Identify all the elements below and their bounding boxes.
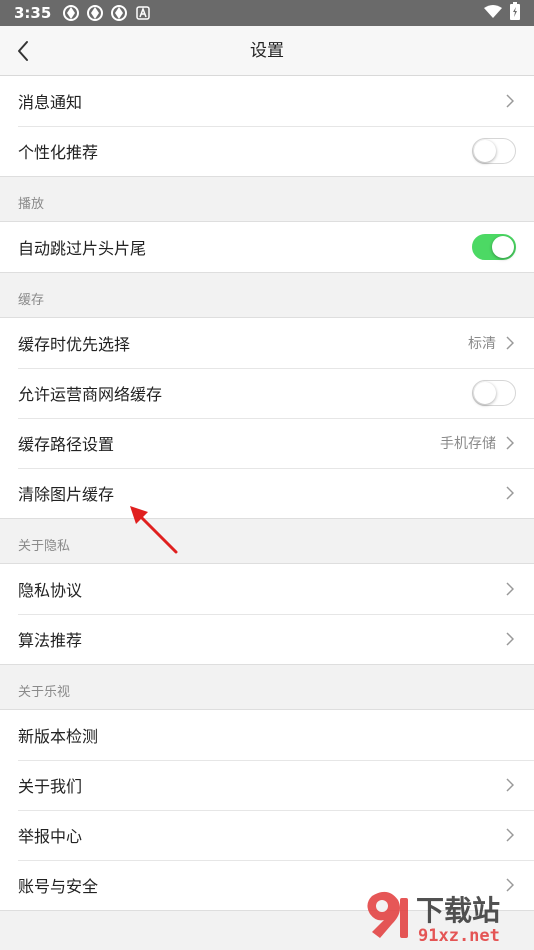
chevron-right-icon [504,778,516,792]
setting-about-us[interactable]: 关于我们 [0,760,534,810]
toggle-knob [474,140,496,162]
auto-skip-toggle[interactable] [472,234,516,260]
setting-clear-image-cache[interactable]: 清除图片缓存 [0,468,534,518]
app-icon [63,5,80,21]
setting-cache-path[interactable]: 缓存路径设置 手机存储 [0,418,534,468]
setting-privacy-policy[interactable]: 隐私协议 [0,564,534,614]
toggle-knob [474,382,496,404]
personalized-recommend-toggle[interactable] [472,138,516,164]
font-icon [135,5,151,21]
setting-label: 算法推荐 [18,631,83,650]
svg-text:下载站: 下载站 [416,894,500,927]
setting-label: 缓存路径设置 [18,435,115,454]
setting-report-center[interactable]: 举报中心 [0,810,534,860]
page-title: 设置 [250,41,284,61]
setting-label: 消息通知 [18,93,83,112]
setting-mobile-network-cache[interactable]: 允许运营商网络缓存 [0,368,534,418]
section-title-playback: 播放 [18,197,45,212]
mobile-network-cache-toggle[interactable] [472,380,516,406]
chevron-right-icon [504,828,516,842]
group-about: 新版本检测 关于我们 举报中心 账号与安全 [0,709,534,911]
setting-label: 关于我们 [18,777,83,796]
group-cache: 缓存时优先选择 标清 允许运营商网络缓存 缓存路径设置 手机存储 清除图片缓存 [0,317,534,519]
status-time: 3:35 [14,4,52,22]
chevron-right-icon [504,436,516,450]
setting-value: 手机存储 [440,436,496,452]
toggle-knob [492,236,514,258]
setting-label: 缓存时优先选择 [18,335,131,354]
group-playback: 自动跳过片头片尾 [0,221,534,273]
watermark-logo: 下载站 91xz.net [367,891,500,946]
status-bar: 3:35 [0,0,534,26]
setting-label: 新版本检测 [18,727,99,746]
setting-label: 允许运营商网络缓存 [18,385,163,404]
setting-personalized-recommend[interactable]: 个性化推荐 [0,126,534,176]
wifi-icon [484,4,502,23]
setting-cache-quality[interactable]: 缓存时优先选择 标清 [0,318,534,368]
setting-label: 隐私协议 [18,581,83,600]
setting-label: 自动跳过片头片尾 [18,239,147,258]
chevron-right-icon [504,94,516,108]
chevron-right-icon [504,582,516,596]
section-title-privacy: 关于隐私 [18,539,71,554]
chevron-right-icon [504,336,516,350]
setting-value: 标清 [468,336,496,352]
settings-list: 消息通知 个性化推荐 播放 自动跳过片头片尾 缓存 缓存时优先选择 标清 允许运… [0,76,534,911]
chevron-right-icon [504,632,516,646]
section-title-cache: 缓存 [18,293,45,308]
setting-check-update[interactable]: 新版本检测 [0,710,534,760]
group-general: 消息通知 个性化推荐 [0,76,534,177]
setting-label: 个性化推荐 [18,143,99,162]
setting-message-notifications[interactable]: 消息通知 [0,76,534,126]
battery-icon [510,2,520,24]
svg-text:91xz.net: 91xz.net [418,926,500,946]
setting-auto-skip-intro[interactable]: 自动跳过片头片尾 [0,222,534,272]
app-icon [111,5,128,21]
setting-label: 清除图片缓存 [18,485,115,504]
app-icon [87,5,104,21]
setting-algorithm-recommend[interactable]: 算法推荐 [0,614,534,664]
annotation-arrow-icon [130,506,178,554]
chevron-right-icon [504,486,516,500]
section-title-about: 关于乐视 [18,685,71,700]
app-header: 设置 [0,26,534,76]
group-privacy: 隐私协议 算法推荐 [0,563,534,665]
setting-label: 举报中心 [18,827,83,846]
